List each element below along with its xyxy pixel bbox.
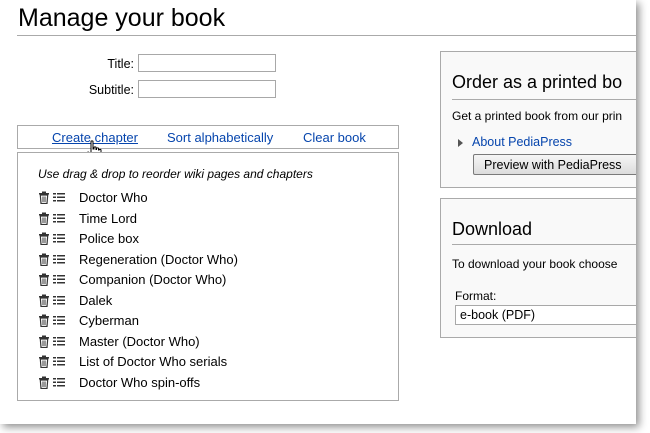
list-item[interactable]: Regeneration (Doctor Who): [38, 250, 388, 270]
drag-drop-hint: Use drag & drop to reorder wiki pages an…: [38, 167, 313, 181]
book-manager-window: Manage your book Title: Subtitle: Create…: [0, 0, 636, 424]
about-pediapress-link[interactable]: About PediaPress: [472, 135, 572, 149]
list-item[interactable]: Master (Doctor Who): [38, 332, 388, 352]
book-items-list: Use drag & drop to reorder wiki pages an…: [17, 152, 399, 401]
title-input[interactable]: [138, 54, 276, 72]
list-item[interactable]: Cyberman: [38, 311, 388, 331]
trash-icon[interactable]: [38, 355, 50, 368]
title-divider: [17, 35, 636, 36]
download-panel: Download To download your book choose Fo…: [440, 198, 636, 338]
list-item[interactable]: Dalek: [38, 291, 388, 311]
list-item-label: Time Lord: [79, 210, 138, 226]
list-item[interactable]: Doctor Who: [38, 188, 388, 208]
list-item[interactable]: List of Doctor Who serials: [38, 352, 388, 372]
list-item[interactable]: Police box: [38, 229, 388, 249]
list-icon[interactable]: [53, 355, 65, 368]
list-item[interactable]: Companion (Doctor Who): [38, 270, 388, 290]
expand-triangle-icon: [458, 139, 463, 147]
order-printed-panel: Order as a printed bo Get a printed book…: [440, 51, 636, 188]
list-item-label: Regeneration (Doctor Who): [79, 251, 238, 267]
list-item-label: Police box: [79, 231, 139, 246]
clear-book-link[interactable]: Clear book: [303, 130, 366, 145]
list-item-label: Doctor Who: [79, 190, 148, 205]
trash-icon[interactable]: [38, 294, 50, 307]
list-icon[interactable]: [53, 191, 65, 204]
list-icon[interactable]: [53, 335, 65, 348]
trash-icon[interactable]: [38, 314, 50, 327]
list-icon[interactable]: [53, 253, 65, 266]
order-panel-divider: [452, 99, 636, 100]
sort-alphabetically-link[interactable]: Sort alphabetically: [167, 130, 273, 145]
download-panel-divider: [452, 244, 636, 245]
order-panel-heading: Order as a printed bo: [452, 72, 623, 92]
list-item[interactable]: Time Lord: [38, 209, 388, 229]
trash-icon[interactable]: [38, 376, 50, 389]
format-label: Format:: [455, 289, 497, 303]
download-panel-text: To download your book choose: [452, 257, 618, 271]
order-panel-text: Get a printed book from our prin: [452, 109, 623, 123]
list-item[interactable]: Doctor Who spin-offs: [38, 373, 388, 393]
trash-icon[interactable]: [38, 191, 50, 204]
format-select[interactable]: e-book (PDF): [455, 305, 636, 325]
trash-icon[interactable]: [38, 273, 50, 286]
subtitle-label: Subtitle:: [88, 83, 134, 97]
trash-icon[interactable]: [38, 335, 50, 348]
list-item-label: Dalek: [79, 292, 113, 308]
page-title: Manage your book: [18, 4, 226, 32]
preview-pediapress-button[interactable]: Preview with PediaPress: [473, 154, 636, 175]
subtitle-input[interactable]: [138, 80, 276, 98]
list-icon[interactable]: [53, 294, 65, 307]
trash-icon[interactable]: [38, 253, 50, 266]
list-item-label: List of Doctor Who serials: [79, 354, 228, 369]
download-panel-heading: Download: [452, 219, 533, 239]
list-item-label: Cyberman: [79, 313, 139, 328]
book-actions-bar: Create chapter Sort alphabetically Clear…: [17, 125, 399, 149]
list-icon[interactable]: [53, 232, 65, 245]
list-icon[interactable]: [53, 212, 65, 225]
list-item-label: Companion (Doctor Who): [79, 272, 227, 287]
trash-icon[interactable]: [38, 212, 50, 225]
title-label: Title:: [107, 57, 134, 71]
list-item-label: Doctor Who spin-offs: [79, 374, 201, 390]
list-item-label: Master (Doctor Who): [79, 333, 200, 349]
list-icon[interactable]: [53, 376, 65, 389]
list-icon[interactable]: [53, 273, 65, 286]
list-icon[interactable]: [53, 314, 65, 327]
trash-icon[interactable]: [38, 232, 50, 245]
